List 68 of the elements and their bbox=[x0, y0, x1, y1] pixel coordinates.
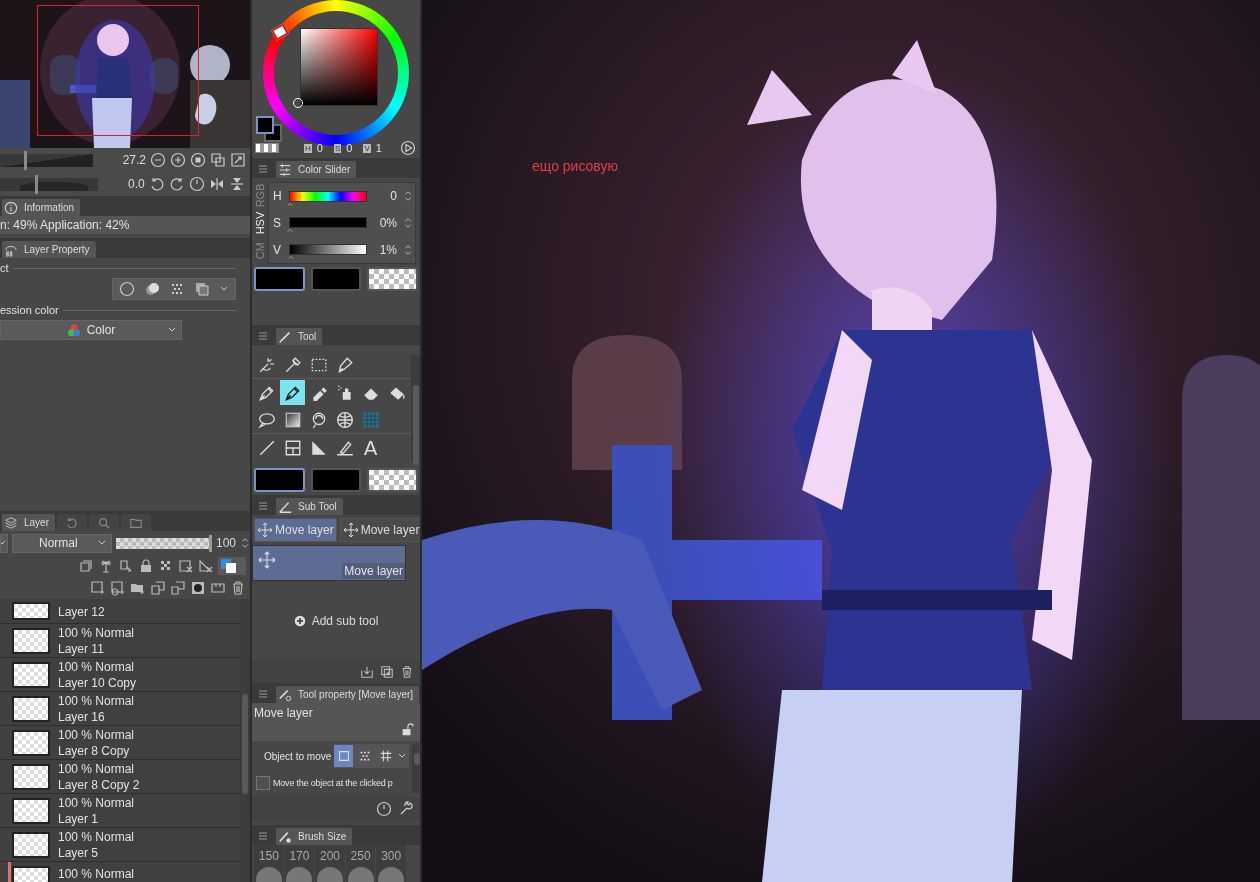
channel-label: H bbox=[304, 143, 312, 153]
color-slider-tab[interactable]: Color Slider bbox=[276, 161, 357, 178]
brush-size-tab[interactable]: Brush Size bbox=[276, 828, 353, 845]
layer-mode: 100 % Normal bbox=[58, 624, 135, 641]
sub-tool-group-tab[interactable]: Move layer bbox=[254, 518, 337, 542]
channel-label: V bbox=[273, 242, 282, 257]
blend-mode-dropdown[interactable]: Normal bbox=[12, 533, 112, 553]
layer-row[interactable]: 100 % Normal Layer 5 bbox=[0, 828, 240, 862]
layer-row[interactable]: 100 % Normal Layer 8 Copy bbox=[0, 726, 240, 760]
layer-name: Layer 8 Copy 2 bbox=[58, 776, 140, 793]
layer-mode: 100 % Normal bbox=[58, 794, 135, 811]
expression-color-label: ession color bbox=[0, 304, 59, 316]
layer-name: Layer 16 bbox=[58, 708, 106, 725]
information-tab[interactable]: Information bbox=[2, 199, 81, 216]
layer-row[interactable]: 100 % Normal Layer 11 bbox=[0, 624, 240, 658]
rotation-value: 0.0 bbox=[128, 177, 145, 191]
brush-size-preset[interactable]: 200 bbox=[315, 845, 345, 882]
channel-value: 1 bbox=[375, 142, 382, 154]
memory-info: n: 49% Application: 42% bbox=[0, 218, 130, 232]
channel-label: S bbox=[273, 216, 282, 230]
layer-tab[interactable]: Layer bbox=[2, 514, 55, 531]
expression-color-dropdown[interactable]: Color bbox=[0, 320, 182, 340]
layer-name: Layer 8 Copy bbox=[58, 742, 131, 759]
layer-name: Layer 11 bbox=[58, 640, 105, 657]
channel-value: 0 bbox=[346, 142, 353, 154]
channel-label: S bbox=[333, 143, 342, 153]
layer-mode: 100 % Normal bbox=[58, 726, 135, 743]
tool-property-tab[interactable]: Tool property [Move layer] bbox=[276, 686, 420, 703]
checkbox-label: Move the object at the clicked p bbox=[273, 778, 393, 788]
layer-name: Layer 12 bbox=[58, 604, 105, 620]
channel-value: 0 bbox=[316, 142, 323, 154]
sub-tool-group-tab[interactable]: Move layer bbox=[339, 518, 420, 542]
channel-label: H bbox=[273, 189, 283, 204]
layer-name: Layer 5 bbox=[58, 844, 100, 861]
brush-size-preset[interactable]: 300 bbox=[376, 845, 406, 882]
layer-mode: 100 % Normal bbox=[58, 658, 136, 675]
layer-row[interactable]: 100 % Normal Layer 10 Copy bbox=[0, 658, 240, 692]
layer-row[interactable]: Layer 12 bbox=[0, 599, 240, 624]
effect-label: ct bbox=[0, 262, 9, 274]
add-sub-tool-button[interactable]: Add sub tool bbox=[287, 613, 385, 629]
tool-tab[interactable]: Tool bbox=[276, 328, 323, 345]
channel-value: 1% bbox=[378, 242, 397, 257]
layer-row[interactable]: 100 % Normal Layer 1 bbox=[0, 794, 240, 828]
object-to-move-label: Object to move bbox=[264, 750, 332, 762]
sub-tool-item[interactable]: Move layer bbox=[252, 545, 406, 581]
layer-mode: 100 % Normal bbox=[58, 760, 136, 777]
layer-mode: 100 % Normal bbox=[58, 828, 135, 845]
channel-value: 0 bbox=[389, 189, 397, 204]
channel-value: 0% bbox=[378, 216, 397, 230]
layer-mode: 100 % Normal bbox=[58, 692, 135, 709]
channel-label: V bbox=[363, 143, 371, 153]
brush-size-preset[interactable]: 250 bbox=[345, 845, 376, 882]
layer-name: Layer 1 bbox=[58, 810, 100, 827]
brush-size-preset[interactable]: 150 bbox=[254, 845, 284, 882]
layer-row[interactable]: 100 % Normal Layer 16 bbox=[0, 692, 240, 726]
brush-size-preset[interactable]: 170 bbox=[284, 845, 315, 882]
layer-row[interactable]: 100 % Normal Layer 8 Copy 2 bbox=[0, 760, 240, 794]
tool-button[interactable]: A bbox=[358, 435, 383, 460]
layer-property-tab[interactable]: Layer Property bbox=[2, 241, 96, 258]
tool-name: Move layer bbox=[254, 706, 313, 720]
layer-mode: 100 % Normal bbox=[58, 866, 135, 882]
zoom-value: 27.2 bbox=[122, 153, 146, 167]
opacity-value: 100 bbox=[215, 536, 236, 550]
color-mode-tab[interactable]: HSV bbox=[252, 209, 268, 237]
sub-tool-tab[interactable]: Sub Tool bbox=[276, 498, 343, 515]
layer-row[interactable]: 100 % Normal bbox=[0, 862, 240, 882]
layer-name: Layer 10 Copy bbox=[58, 674, 137, 691]
canvas-note: ещо рисовую bbox=[532, 158, 618, 174]
